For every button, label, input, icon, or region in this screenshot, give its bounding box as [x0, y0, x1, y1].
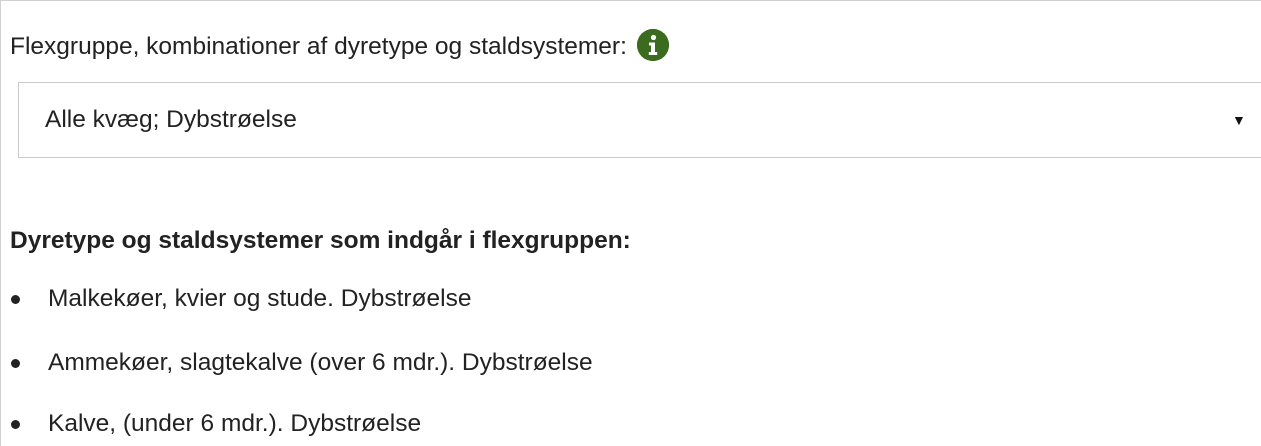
- bullet-icon: [11, 294, 20, 304]
- list-item-label: Ammekøer, slagtekalve (over 6 mdr.). Dyb…: [48, 349, 593, 376]
- flexgroup-label: Flexgruppe, kombinationer af dyretype og…: [10, 33, 627, 60]
- section-heading: Dyretype og staldsystemer som indgår i f…: [10, 227, 631, 254]
- flexgroup-select-value: Alle kvæg; Dybstrøelse: [45, 106, 297, 133]
- flexgroup-label-row: Flexgruppe, kombinationer af dyretype og…: [10, 29, 669, 65]
- list-item: Ammekøer, slagtekalve (over 6 mdr.). Dyb…: [10, 345, 593, 381]
- chevron-down-icon[interactable]: ▼: [1232, 83, 1246, 157]
- list-item-label: Kalve, (under 6 mdr.). Dybstrøelse: [48, 410, 422, 437]
- form-panel: Flexgruppe, kombinationer af dyretype og…: [0, 0, 1261, 446]
- bullet-icon: [11, 358, 20, 368]
- list-item-label: Malkekøer, kvier og stude. Dybstrøelse: [48, 285, 472, 312]
- list-item: Malkekøer, kvier og stude. Dybstrøelse: [10, 281, 471, 317]
- list-item: Kalve, (under 6 mdr.). Dybstrøelse: [10, 406, 421, 442]
- bullet-icon: [11, 419, 20, 429]
- flexgroup-select[interactable]: Alle kvæg; Dybstrøelse ▼: [18, 82, 1261, 158]
- info-circle-icon[interactable]: [636, 29, 669, 61]
